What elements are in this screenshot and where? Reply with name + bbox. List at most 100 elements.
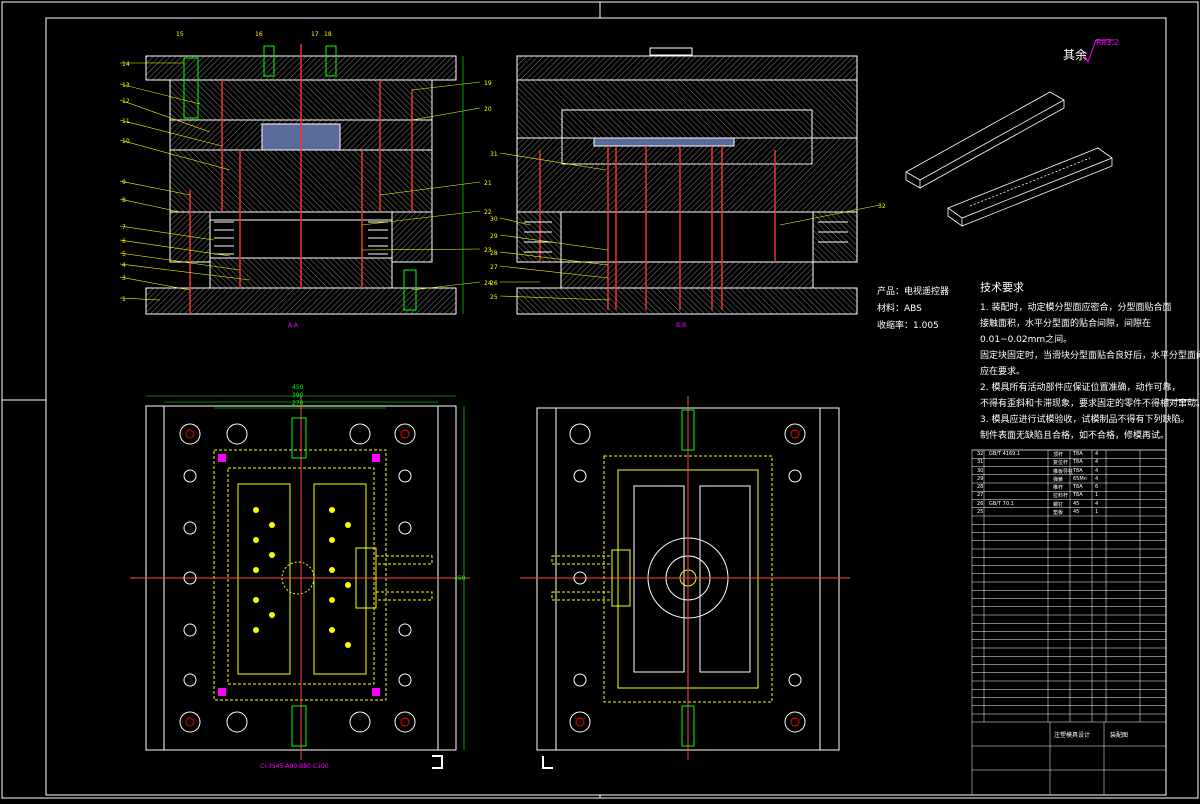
svg-text:20: 20 <box>484 106 492 113</box>
svg-text:21: 21 <box>484 180 492 187</box>
bom-cell-name: 复位杆 <box>1053 460 1069 467</box>
surface-roughness-value: Ra3.2 <box>1096 38 1120 47</box>
moving-half-plan-view <box>520 396 850 760</box>
bom-cell-mat: 65Mn <box>1073 475 1087 482</box>
svg-text:7: 7 <box>122 224 126 231</box>
title-drawing-name: 注塑模具设计 <box>1054 732 1091 739</box>
svg-text:13: 13 <box>122 82 130 89</box>
product-info: 产品：电视遥控器 材料：ABS 收缩率：1.005 <box>877 284 949 335</box>
bom-row: 30 推板导柱 T8A 4 <box>975 468 1165 476</box>
svg-text:11: 11 <box>122 118 130 125</box>
bom-cell-no: 27 <box>977 492 984 499</box>
bom-cell-no: 26 <box>977 500 984 507</box>
svg-text:27: 27 <box>490 264 498 271</box>
svg-text:28: 28 <box>490 250 498 257</box>
svg-text:15: 15 <box>176 31 184 38</box>
tech-line: 2. 模具所有活动部件应保证位置准确，动作可靠， <box>980 383 1181 393</box>
bom-cell-name: 顶杆 <box>1053 452 1064 458</box>
svg-text:18: 18 <box>324 31 332 38</box>
bom-cell-qty: 4 <box>1095 500 1099 507</box>
bom-cell-mat: T8A <box>1073 459 1083 466</box>
bom-cell-no: 32 <box>977 451 984 457</box>
fixed-half-plan-view <box>130 395 470 760</box>
title-drawing-type: 装配图 <box>1110 732 1129 739</box>
bom-row: 31 复位杆 T8A 4 <box>975 459 1165 467</box>
tech-requirements: 1. 装配时，动定模分型面应密合，分型面贴合面 接触面积，水平分型面的贴合间隙，… <box>980 300 1200 444</box>
bom-cell-name: 垫板 <box>1053 509 1064 516</box>
svg-text:5: 5 <box>122 251 126 258</box>
bom-cell-no: 25 <box>977 508 984 515</box>
svg-text:12: 12 <box>122 98 130 105</box>
bom-cell-name: 推板导柱 <box>1053 468 1074 475</box>
tech-line: 不得有歪斜和卡滞现象，要求固定的零件不得相对窜动。 <box>980 399 1200 409</box>
tech-line: 固定块固定时，当滑块分型面贴合良好后，水平分型面间隙 <box>980 351 1200 361</box>
svg-text:19: 19 <box>484 80 492 87</box>
product-isometric-view <box>905 91 1113 227</box>
svg-text:26: 26 <box>490 280 498 287</box>
tech-line: 1. 装配时，动定模分型面应密合，分型面贴合面 <box>980 303 1172 313</box>
svg-text:32: 32 <box>878 203 886 210</box>
tech-line: 制件表面无缺陷且合格，如不合格，修模再试。 <box>980 431 1170 441</box>
bom-cell-std: GB/T 70.1 <box>989 500 1014 507</box>
product-name: 产品：电视遥控器 <box>877 287 950 297</box>
bom-row: 32 GB/T 4169.1 顶杆 T8A 4 <box>975 451 1165 459</box>
bom-cell-mat: T8A <box>1073 451 1083 457</box>
svg-text:31: 31 <box>490 151 498 158</box>
bom-cell-no: 31 <box>977 459 984 466</box>
bom-cell-name: 拉料杆 <box>1053 493 1069 500</box>
svg-text:1: 1 <box>122 296 126 303</box>
bom-row: 26 GB/T 70.1 螺钉 45 4 <box>975 501 1165 509</box>
dimension-cavity-width: 270 <box>292 400 304 407</box>
svg-text:29: 29 <box>490 233 498 240</box>
svg-text:3: 3 <box>122 275 126 282</box>
bom-row: 27 拉料杆 T8A 1 <box>975 492 1165 500</box>
svg-text:25: 25 <box>490 294 498 301</box>
section-a-a: 14 13 12 11 10 9 8 7 6 5 4 3 1 15 16 17 18 19 20 21 2… <box>119 31 492 315</box>
bom-cell-name: 弹簧 <box>1053 476 1064 483</box>
bom-row: 28 推杆 T8A 6 <box>975 484 1165 492</box>
section-label-a: A-A <box>288 322 299 329</box>
svg-text:16: 16 <box>255 31 263 38</box>
bom-cell-qty: 4 <box>1095 475 1099 482</box>
bom-row: 29 弹簧 65Mn 4 <box>975 476 1165 484</box>
svg-text:30: 30 <box>490 216 498 223</box>
bom-cell-qty: 4 <box>1095 459 1099 466</box>
svg-text:14: 14 <box>122 61 130 68</box>
surface-roughness-label: 其余 <box>1063 48 1088 62</box>
bom-cell-qty: 4 <box>1095 467 1099 474</box>
product-material: 材料：ABS <box>877 304 922 314</box>
product-shrinkage: 收缩率：1.005 <box>877 321 939 331</box>
bom-cell-no: 30 <box>977 467 984 474</box>
bom-cell-std: GB/T 4169.1 <box>989 451 1021 457</box>
bom-cell-qty: 6 <box>1095 484 1099 490</box>
dimension-plate-width: 390 <box>292 392 304 399</box>
bom-cell-mat: 45 <box>1073 500 1080 507</box>
bom-cell-qty: 4 <box>1095 451 1099 457</box>
svg-text:9: 9 <box>122 179 126 186</box>
bom-cell-mat: T8A <box>1073 492 1083 499</box>
bom-cell-mat: T8A <box>1073 467 1083 474</box>
tech-line: 接触面积，水平分型面的贴合间隙，间隙在 <box>980 319 1152 329</box>
svg-text:17: 17 <box>311 31 319 38</box>
svg-text:10: 10 <box>122 138 130 145</box>
bom-cell-name: 螺钉 <box>1053 501 1064 508</box>
dimension-overall-width: 450 <box>292 384 304 391</box>
section-b-b: 31 30 29 28 27 26 25 32 <box>490 55 886 315</box>
mold-base-code: CI-3545-A90-B80-C100 <box>260 763 329 770</box>
bom-cell-name: 推杆 <box>1053 485 1064 491</box>
svg-text:4: 4 <box>122 262 126 269</box>
bom-cell-mat: 45 <box>1073 508 1080 515</box>
bom-row: 25 垫板 45 1 <box>975 509 1165 517</box>
tech-line: 0.01~0.02mm之间。 <box>980 335 1073 345</box>
svg-text:22: 22 <box>484 209 492 216</box>
bom-cell-mat: T8A <box>1073 484 1083 490</box>
bom-cell-no: 29 <box>977 475 984 482</box>
bom-cell-qty: 1 <box>1095 508 1099 515</box>
bom-cell-qty: 1 <box>1095 492 1099 499</box>
svg-text:8: 8 <box>122 197 126 204</box>
svg-text:6: 6 <box>122 238 126 245</box>
tech-line: 应在要求。 <box>980 367 1026 377</box>
tech-requirements-title: 技术要求 <box>980 281 1024 294</box>
dimension-overall-height: 450 <box>454 575 466 582</box>
section-label-b: B-B <box>676 322 687 329</box>
